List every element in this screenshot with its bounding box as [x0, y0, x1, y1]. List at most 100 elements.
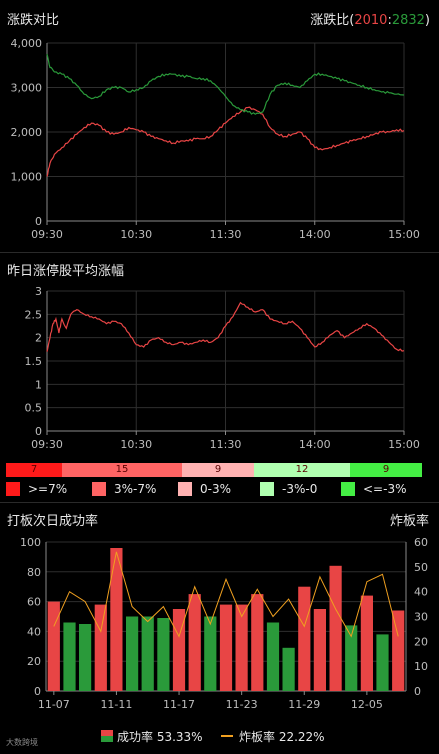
success-label: 成功率 53.33%: [117, 729, 203, 744]
y2-tick-label: 40: [414, 586, 428, 599]
success-bar: [94, 604, 107, 691]
x-tick-label: 10:30: [120, 228, 152, 241]
distribution-segment: 9: [350, 463, 422, 477]
y-tick-label: 0: [35, 215, 42, 228]
legend-swatch: [178, 482, 192, 496]
blast-label: 炸板率 22.22%: [239, 729, 325, 744]
success-bar: [188, 594, 201, 691]
legend-item: -3%-0: [260, 480, 317, 498]
x-tick-label: 11-07: [38, 698, 70, 711]
y-tick-label: 0: [34, 685, 41, 698]
y-tick-label: 1: [35, 378, 42, 391]
success-bar: [63, 622, 76, 691]
x-tick-label: 15:00: [388, 228, 420, 241]
y2-tick-label: 50: [414, 561, 428, 574]
success-bar: [251, 594, 264, 691]
x-tick-label: 12-05: [351, 698, 383, 711]
legend-blast: 炸板率 22.22%: [221, 727, 325, 745]
y2-tick-label: 30: [414, 611, 428, 624]
success-bar: [360, 595, 373, 691]
legend-swatch: [6, 482, 20, 496]
success-bar: [141, 616, 154, 691]
success-bar: [110, 548, 123, 691]
y-tick-label: 20: [27, 655, 41, 668]
x-tick-label: 14:00: [299, 228, 331, 241]
y-tick-label: 3,000: [11, 82, 43, 95]
y-tick-label: 100: [20, 536, 41, 549]
success-bar: [282, 647, 295, 691]
success-bar: [313, 609, 326, 691]
success-bar: [392, 610, 405, 691]
segment-value: 9: [382, 464, 390, 475]
legend-label: 3%-7%: [114, 482, 157, 496]
legend-label: <=-3%: [363, 482, 407, 496]
legend-swatch: [92, 482, 106, 496]
y-tick-label: 60: [27, 596, 41, 609]
legend-item: 0-3%: [178, 480, 231, 498]
success-swatch: [101, 730, 113, 742]
legend-swatch: [341, 482, 355, 496]
y-tick-label: 2: [35, 332, 42, 345]
distribution-legend: >=7% 3%-7% 0-3% -3%-0 <=-3%: [0, 480, 439, 498]
x-tick-label: 10:30: [120, 438, 152, 451]
legend-swatch: [260, 482, 274, 496]
legend-label: >=7%: [28, 482, 68, 496]
limit-up-avg-chart: 0 0.5 1 1.5 2 2.5 3 09:30 10:30 11:30 14:00 15:00: [25, 285, 420, 451]
legend-label: -3%-0: [282, 482, 318, 496]
legend-item: >=7%: [6, 480, 67, 498]
segment-value: 9: [214, 464, 222, 475]
success-bar: [329, 565, 342, 691]
segment-value: 12: [295, 464, 309, 475]
x-tick-label: 11-29: [288, 698, 320, 711]
brand-text: 大数跨境: [6, 738, 38, 747]
segment-value: 7: [30, 464, 38, 475]
x-tick-label: 11-17: [163, 698, 195, 711]
success-bar: [298, 586, 311, 691]
brand-watermark: 大数跨境: [6, 737, 38, 748]
legend-label: 0-3%: [200, 482, 232, 496]
distribution-segment: 7: [6, 463, 62, 477]
y2-tick-label: 10: [414, 660, 428, 673]
legend-item: 3%-7%: [92, 480, 156, 498]
success-bar: [126, 616, 139, 691]
y-tick-label: 40: [27, 625, 41, 638]
x-tick-label: 11:30: [210, 228, 242, 241]
y-tick-label: 2.5: [25, 308, 43, 321]
y-tick-label: 4,000: [11, 37, 43, 50]
x-tick-label: 11-23: [226, 698, 258, 711]
success-bar: [219, 604, 233, 691]
y2-tick-label: 60: [414, 536, 428, 549]
y-tick-label: 3: [35, 285, 42, 298]
y-tick-label: 1,000: [11, 171, 43, 184]
distribution-segment: 12: [254, 463, 350, 477]
segment-value: 15: [115, 464, 129, 475]
success-bar: [79, 624, 92, 691]
limit-up-avg-panel: 昨日涨停股平均涨幅 0 0.5 1 1.5 2 2.5 3 09:30 10:30 11:30 14…: [0, 255, 439, 460]
y-tick-label: 2,000: [11, 126, 43, 139]
success-bar: [235, 604, 248, 691]
success-bar: [266, 622, 280, 691]
x-tick-label: 11-11: [100, 698, 132, 711]
advance-decline-chart: 0 1,000 2,000 3,000 4,000 09:30 10:30 11:30 14:0…: [11, 37, 420, 241]
legend-success: 成功率 53.33%: [101, 727, 203, 745]
success-rate-chart: 0 20 40 60 80 100 0 10 20 30 40 50 60 11-07 11-11 11-17…: [20, 536, 428, 711]
y-tick-label: 80: [27, 566, 41, 579]
distribution-segment: 9: [182, 463, 254, 477]
success-bar: [47, 601, 60, 691]
x-tick-label: 09:30: [31, 438, 63, 451]
y-tick-label: 0.5: [25, 402, 43, 415]
x-tick-label: 14:00: [299, 438, 331, 451]
x-tick-label: 11:30: [210, 438, 242, 451]
y2-tick-label: 0: [414, 685, 421, 698]
success-bar: [204, 616, 217, 691]
chart-legend: 成功率 53.33% 炸板率 22.22%: [0, 727, 439, 745]
y-tick-label: 1.5: [25, 355, 43, 368]
success-bar: [157, 618, 170, 691]
x-tick-label: 09:30: [31, 228, 63, 241]
x-tick-label: 15:00: [388, 438, 420, 451]
advance-decline-panel: 涨跌对比 涨跌比(2010:2832) 0 1,000 2,000 3,000 4,00…: [0, 0, 439, 255]
y2-tick-label: 20: [414, 635, 428, 648]
success-rate-panel: 打板次日成功率 炸板率 0 20 40 60 80 100 0 10 20 30 40 50 60 11-…: [0, 503, 439, 727]
legend-item: <=-3%: [341, 480, 406, 498]
distribution-segment: 15: [62, 463, 182, 477]
